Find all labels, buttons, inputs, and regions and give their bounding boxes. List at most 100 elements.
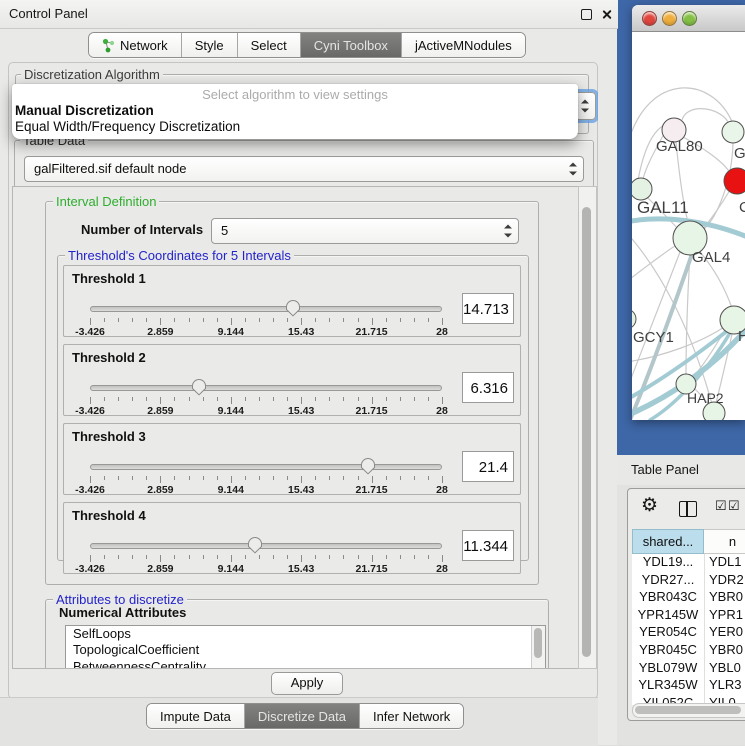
combo-stepper-icon[interactable]: [581, 100, 589, 113]
slider-handle-icon[interactable]: [285, 299, 301, 317]
table-row[interactable]: YLR345WYLR3: [632, 677, 745, 695]
split-columns-icon[interactable]: [679, 501, 697, 517]
cell-shared-name[interactable]: YDR27...: [632, 572, 705, 590]
gear-icon[interactable]: ⚙: [641, 496, 658, 515]
node-attribute-table: shared... n YDL19...YDL1YDR27...YDR2YBR0…: [632, 529, 745, 705]
dropdown-prompt[interactable]: Select algorithm to view settings: [12, 84, 578, 103]
apply-button[interactable]: Apply: [271, 672, 343, 695]
table-row[interactable]: YDR27...YDR2: [632, 572, 745, 590]
slider-handle-icon[interactable]: [191, 378, 207, 396]
zoom-traffic-light-icon[interactable]: [682, 11, 697, 26]
slider-track[interactable]: [90, 306, 442, 312]
column-header-shared-name[interactable]: shared...: [632, 529, 704, 554]
node-label: GAL11: [637, 198, 689, 217]
axis-tick-label: 28: [436, 405, 448, 417]
cell-name[interactable]: YDL1: [705, 554, 745, 572]
interval-definition-title: Interval Definition: [53, 194, 159, 209]
network-node[interactable]: [724, 168, 745, 194]
table-row[interactable]: YIL052CYIL0: [632, 695, 745, 703]
axis-tick-label: 2.859: [147, 484, 173, 496]
table-row[interactable]: YBL079WYBL0: [632, 660, 745, 678]
network-canvas[interactable]: GAL80G.GAL11CGAL4GCY1HHAP2: [632, 32, 745, 420]
cell-name[interactable]: YDR2: [705, 572, 745, 590]
tab-select[interactable]: Select: [238, 33, 301, 57]
bottom-tab-impute-data[interactable]: Impute Data: [147, 704, 245, 728]
combo-stepper-icon[interactable]: [569, 163, 577, 176]
cell-shared-name[interactable]: YDL19...: [632, 554, 705, 572]
attribute-item[interactable]: SelfLoops: [66, 626, 545, 642]
tab-network[interactable]: Network: [89, 33, 182, 57]
node-label: H: [738, 328, 745, 345]
column-header-name[interactable]: n: [704, 529, 745, 554]
threshold-value-field[interactable]: 14.713: [462, 293, 514, 324]
attribute-item[interactable]: TopologicalCoefficient: [66, 642, 545, 658]
table-row[interactable]: YPR145WYPR1: [632, 607, 745, 625]
cell-name[interactable]: YBL0: [705, 660, 745, 678]
cell-shared-name[interactable]: YBR043C: [632, 589, 705, 607]
cell-shared-name[interactable]: YIL052C: [632, 695, 705, 703]
cell-shared-name[interactable]: YPR145W: [632, 607, 705, 625]
cell-name[interactable]: YER0: [705, 624, 745, 642]
cell-name[interactable]: YPR1: [705, 607, 745, 625]
table-panel-title: Table Panel: [631, 462, 699, 477]
cell-shared-name[interactable]: YER054C: [632, 624, 705, 642]
dropdown-option-manual-discretization[interactable]: Manual Discretization: [12, 103, 578, 119]
table-row[interactable]: YBR045CYBR0: [632, 642, 745, 660]
threshold-value-field[interactable]: 11.344: [462, 530, 514, 561]
combo-stepper-icon[interactable]: [504, 225, 512, 238]
checkbox-icon[interactable]: ☑: [728, 499, 740, 512]
cell-name[interactable]: YBR0: [705, 589, 745, 607]
network-node[interactable]: [632, 178, 652, 200]
slider-track[interactable]: [90, 385, 442, 391]
table-row[interactable]: YBR043CYBR0: [632, 589, 745, 607]
checkbox-icon[interactable]: ☑: [715, 499, 727, 512]
table-row[interactable]: YER054CYER0: [632, 624, 745, 642]
slider-handle-icon[interactable]: [360, 457, 376, 475]
network-node[interactable]: [632, 309, 636, 329]
network-node[interactable]: [722, 121, 744, 143]
tab-style[interactable]: Style: [182, 33, 238, 57]
float-window-icon[interactable]: [581, 9, 592, 20]
slider-track[interactable]: [90, 543, 442, 549]
threshold-value-field[interactable]: 6.316: [462, 372, 514, 403]
attributes-group-title: Attributes to discretize: [53, 592, 187, 607]
minimize-traffic-light-icon[interactable]: [662, 11, 677, 26]
tab-jactivemnodules[interactable]: jActiveMNodules: [402, 33, 525, 57]
bottom-tab-discretize-data[interactable]: Discretize Data: [245, 704, 360, 728]
threshold-slider[interactable]: -3.4262.8599.14415.4321.71528: [90, 299, 442, 335]
list-scrollbar[interactable]: [531, 626, 545, 669]
tab-cyni-toolbox[interactable]: Cyni Toolbox: [301, 33, 402, 57]
axis-tick-label: 28: [436, 484, 448, 496]
slider-track[interactable]: [90, 464, 442, 470]
cell-name[interactable]: YLR3: [705, 677, 745, 695]
threshold-value-field[interactable]: 21.4: [462, 451, 514, 482]
table-panel-header: Table Panel: [617, 455, 745, 485]
attribute-item[interactable]: BetweennessCentrality: [66, 659, 545, 669]
cell-shared-name[interactable]: YLR345W: [632, 677, 705, 695]
axis-tick-label: 15.43: [288, 563, 314, 575]
table-row[interactable]: YDL19...YDL1: [632, 554, 745, 572]
cell-shared-name[interactable]: YBR045C: [632, 642, 705, 660]
cell-name[interactable]: YIL0: [705, 695, 745, 703]
settings-vertical-scrollbar[interactable]: [578, 186, 597, 669]
axis-tick-label: 9.144: [218, 563, 244, 575]
axis-tick-label: -3.426: [75, 563, 105, 575]
cell-name[interactable]: YBR0: [705, 642, 745, 660]
threshold-slider[interactable]: -3.4262.8599.14415.4321.71528: [90, 536, 442, 572]
slider-tick-labels: -3.4262.8599.14415.4321.71528: [90, 405, 442, 416]
axis-tick-label: 28: [436, 563, 448, 575]
threshold-slider[interactable]: -3.4262.8599.14415.4321.71528: [90, 457, 442, 493]
table-panel: ⚙ ☑ ☑ shared... n YDL19...YDL1YDR27...YD…: [627, 488, 745, 721]
dropdown-option-equal-width-frequency[interactable]: Equal Width/Frequency Discretization: [12, 119, 578, 135]
cell-shared-name[interactable]: YBL079W: [632, 660, 705, 678]
node-label: GCY1: [633, 329, 674, 346]
tab-label: Cyni Toolbox: [314, 38, 388, 53]
bottom-tab-infer-network[interactable]: Infer Network: [360, 704, 463, 728]
table-horizontal-scrollbar[interactable]: [632, 703, 745, 718]
num-intervals-combobox[interactable]: 5: [211, 218, 519, 244]
threshold-slider[interactable]: -3.4262.8599.14415.4321.71528: [90, 378, 442, 414]
close-icon[interactable]: [601, 9, 612, 20]
slider-handle-icon[interactable]: [247, 536, 263, 554]
close-traffic-light-icon[interactable]: [642, 11, 657, 26]
table-data-combobox[interactable]: galFiltered.sif default node: [24, 156, 584, 182]
